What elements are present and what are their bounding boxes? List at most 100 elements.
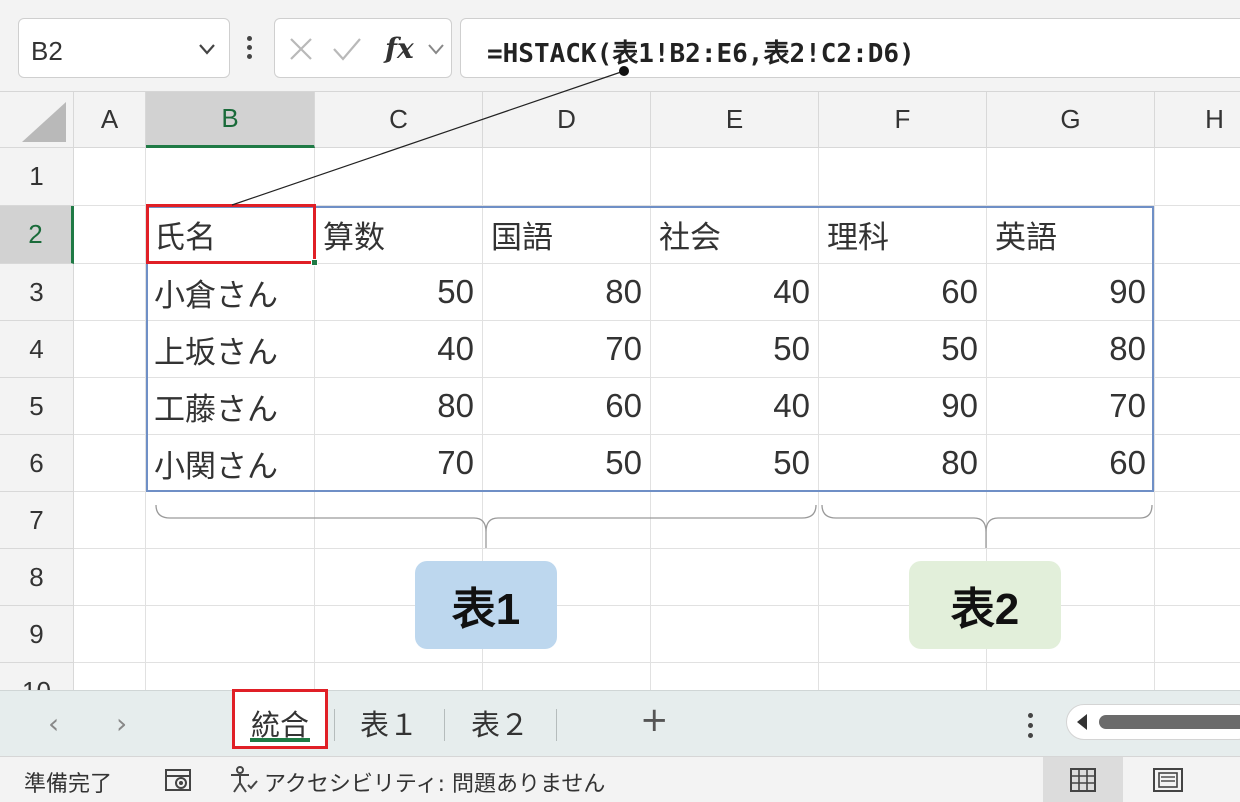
cell-e3[interactable]: 40 <box>651 264 819 321</box>
cell-f3[interactable]: 60 <box>819 264 987 321</box>
cell-g1[interactable] <box>987 148 1155 206</box>
column-header-f[interactable]: F <box>819 92 987 148</box>
cell-a1[interactable] <box>74 148 146 206</box>
cell-d10[interactable] <box>483 663 651 690</box>
column-header-e[interactable]: E <box>651 92 819 148</box>
chevron-left-icon[interactable]: ‹ <box>48 707 59 740</box>
cell-b9[interactable] <box>146 606 315 663</box>
cell-e10[interactable] <box>651 663 819 690</box>
select-all-corner[interactable] <box>0 92 74 148</box>
row-header-7[interactable]: 7 <box>0 492 74 549</box>
cell-a7[interactable] <box>74 492 146 549</box>
cell-b2[interactable]: 氏名 <box>146 206 315 264</box>
cell-b5[interactable]: 工藤さん <box>146 378 315 435</box>
cell-g2[interactable]: 英語 <box>987 206 1155 264</box>
cell-c2[interactable]: 算数 <box>315 206 483 264</box>
row-header-5[interactable]: 5 <box>0 378 74 435</box>
cell-h6[interactable] <box>1155 435 1240 492</box>
accessibility-icon[interactable] <box>228 765 260 795</box>
cell-e7[interactable] <box>651 492 819 549</box>
tab-sheet-combined[interactable]: 統合 <box>236 690 324 756</box>
cell-f5[interactable]: 90 <box>819 378 987 435</box>
cell-h8[interactable] <box>1155 549 1240 606</box>
column-header-h[interactable]: H <box>1155 92 1240 148</box>
cell-c5[interactable]: 80 <box>315 378 483 435</box>
column-header-b[interactable]: B <box>146 92 315 148</box>
scrollbar-thumb[interactable] <box>1099 715 1240 729</box>
row-header-8[interactable]: 8 <box>0 549 74 606</box>
cell-d4[interactable]: 70 <box>483 321 651 378</box>
cell-b7[interactable] <box>146 492 315 549</box>
cell-c3[interactable]: 50 <box>315 264 483 321</box>
normal-view-button[interactable] <box>1043 757 1123 802</box>
cell-e5[interactable]: 40 <box>651 378 819 435</box>
row-header-2[interactable]: 2 <box>0 206 74 264</box>
cell-d6[interactable]: 50 <box>483 435 651 492</box>
cell-g10[interactable] <box>987 663 1155 690</box>
tab-sheet-table1[interactable]: 表１ <box>336 690 442 756</box>
chevron-down-icon[interactable] <box>427 41 445 57</box>
cell-d3[interactable]: 80 <box>483 264 651 321</box>
cell-a4[interactable] <box>74 321 146 378</box>
row-header-10[interactable]: 10 <box>0 663 74 690</box>
cell-d7[interactable] <box>483 492 651 549</box>
cell-a2[interactable] <box>74 206 146 264</box>
cell-f10[interactable] <box>819 663 987 690</box>
cell-e4[interactable]: 50 <box>651 321 819 378</box>
cell-h3[interactable] <box>1155 264 1240 321</box>
cell-h2[interactable] <box>1155 206 1240 264</box>
add-sheet-button[interactable]: + <box>640 700 669 740</box>
name-box[interactable]: B2 <box>18 18 230 78</box>
cell-g4[interactable]: 80 <box>987 321 1155 378</box>
column-header-g[interactable]: G <box>987 92 1155 148</box>
cell-f7[interactable] <box>819 492 987 549</box>
page-layout-view-icon[interactable] <box>1150 767 1186 793</box>
cell-f2[interactable]: 理科 <box>819 206 987 264</box>
tab-sheet-table2[interactable]: 表２ <box>446 690 554 756</box>
cell-h1[interactable] <box>1155 148 1240 206</box>
more-options-icon[interactable] <box>244 34 254 62</box>
scroll-left-icon[interactable] <box>1077 714 1087 730</box>
cell-a10[interactable] <box>74 663 146 690</box>
cell-g5[interactable]: 70 <box>987 378 1155 435</box>
cell-e8[interactable] <box>651 549 819 606</box>
cell-c4[interactable]: 40 <box>315 321 483 378</box>
cell-e2[interactable]: 社会 <box>651 206 819 264</box>
cell-a9[interactable] <box>74 606 146 663</box>
cell-a8[interactable] <box>74 549 146 606</box>
cell-b8[interactable] <box>146 549 315 606</box>
fill-handle[interactable] <box>311 259 318 266</box>
more-options-icon[interactable] <box>1028 712 1034 740</box>
macro-record-icon[interactable] <box>164 767 194 793</box>
cell-c1[interactable] <box>315 148 483 206</box>
cell-c6[interactable]: 70 <box>315 435 483 492</box>
horizontal-scrollbar[interactable] <box>1066 704 1240 740</box>
column-header-d[interactable]: D <box>483 92 651 148</box>
cell-f6[interactable]: 80 <box>819 435 987 492</box>
cell-d5[interactable]: 60 <box>483 378 651 435</box>
cell-c7[interactable] <box>315 492 483 549</box>
cell-a5[interactable] <box>74 378 146 435</box>
cell-b3[interactable]: 小倉さん <box>146 264 315 321</box>
cell-g6[interactable]: 60 <box>987 435 1155 492</box>
cell-h7[interactable] <box>1155 492 1240 549</box>
x-icon[interactable] <box>287 35 315 63</box>
cell-c10[interactable] <box>315 663 483 690</box>
cell-g3[interactable]: 90 <box>987 264 1155 321</box>
cell-d1[interactable] <box>483 148 651 206</box>
cell-h5[interactable] <box>1155 378 1240 435</box>
cell-f1[interactable] <box>819 148 987 206</box>
cell-b6[interactable]: 小関さん <box>146 435 315 492</box>
row-header-6[interactable]: 6 <box>0 435 74 492</box>
cell-d2[interactable]: 国語 <box>483 206 651 264</box>
cell-b4[interactable]: 上坂さん <box>146 321 315 378</box>
row-header-1[interactable]: 1 <box>0 148 74 206</box>
cell-b10[interactable] <box>146 663 315 690</box>
cell-h10[interactable] <box>1155 663 1240 690</box>
cell-e1[interactable] <box>651 148 819 206</box>
chevron-right-icon[interactable]: › <box>116 707 127 740</box>
cell-b1[interactable] <box>146 148 315 206</box>
formula-input[interactable]: =HSTACK(表1!B2:E6,表2!C2:D6) <box>460 18 1240 78</box>
cell-e6[interactable]: 50 <box>651 435 819 492</box>
row-header-3[interactable]: 3 <box>0 264 74 321</box>
